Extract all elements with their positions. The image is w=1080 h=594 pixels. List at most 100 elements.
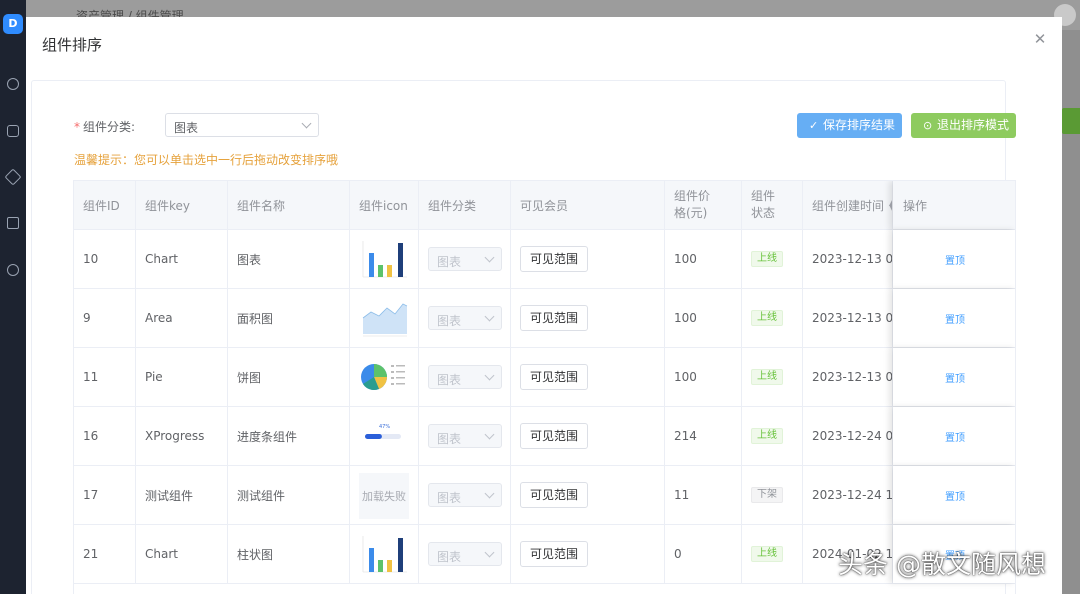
chevron-down-icon — [484, 547, 495, 558]
exit-sort-label: 退出排序模式 — [937, 118, 1010, 132]
category-select-disabled: 图表 — [428, 424, 502, 448]
header-visible-members: 可见会员 — [511, 181, 665, 229]
category-select-disabled-value: 图表 — [437, 314, 462, 328]
progress-thumb-label: 47% — [379, 424, 390, 430]
header-created-text: 组件创建时间 — [812, 198, 885, 213]
table-row[interactable]: 17 测试组件 测试组件 加载失败 图表 可见范围 11 下架 2023-12-… — [74, 466, 1015, 525]
required-mark: * — [74, 120, 80, 134]
background-button — [1062, 108, 1080, 134]
component-table: 组件ID 组件key 组件名称 组件icon 组件分类 可见会员 组件价格(元)… — [73, 180, 1016, 594]
category-select-disabled: 图表 — [428, 306, 502, 330]
cell-visible: 可见范围 — [511, 348, 665, 406]
cell-created: 2023-12-13 01:27 — [803, 348, 893, 406]
cell-created: 2023-12-24 14:29 — [803, 466, 893, 524]
dashboard-icon[interactable] — [7, 78, 19, 90]
cell-key: Area — [136, 289, 228, 347]
chevron-down-icon — [484, 370, 495, 381]
table-header: 组件ID 组件key 组件名称 组件icon 组件分类 可见会员 组件价格(元)… — [74, 181, 1015, 230]
cell-status: 上线 — [742, 407, 803, 465]
category-select-disabled-value: 图表 — [437, 373, 462, 387]
cell-icon — [350, 525, 419, 583]
cell-name: 测试组件 — [228, 466, 350, 524]
header-price-text: 组件价格(元) — [674, 189, 711, 220]
star-icon[interactable] — [4, 168, 22, 186]
cell-icon: 加载失败 — [350, 466, 419, 524]
status-badge: 上线 — [751, 546, 783, 562]
cell-category: 图表 — [419, 466, 511, 524]
dialog-title: 组件排序 — [42, 36, 103, 54]
bar-chart-thumbnail — [359, 532, 409, 576]
cell-status: 上线 — [742, 289, 803, 347]
cell-visible: 可见范围 — [511, 466, 665, 524]
header-actions: 操作 — [893, 181, 1015, 229]
category-label-text: 组件分类: — [83, 120, 136, 134]
cell-visible: 可见范围 — [511, 525, 665, 583]
category-select-disabled-value: 图表 — [437, 550, 462, 564]
cell-created: 2023-12-24 04:48 — [803, 407, 893, 465]
pin-top-link[interactable]: 置顶 — [945, 370, 965, 385]
sort-tip: 温馨提示：您可以单击选中一行后拖动改变排序哦 — [74, 153, 339, 167]
category-select[interactable]: 图表 — [165, 113, 319, 137]
close-icon[interactable]: ✕ — [1032, 31, 1048, 47]
pin-top-link[interactable]: 置顶 — [945, 311, 965, 326]
cell-status: 上线 — [742, 525, 803, 583]
table-row[interactable]: 16 XProgress 进度条组件 47% 图表 可见范围 214 上线 20… — [74, 407, 1015, 466]
cell-name: 饼图 — [228, 348, 350, 406]
cell-price: 100 — [665, 348, 742, 406]
cell-icon: 47% — [350, 407, 419, 465]
cell-icon — [350, 230, 419, 288]
pin-top-link[interactable]: 置顶 — [945, 252, 965, 267]
save-sort-label: 保存排序结果 — [823, 118, 896, 132]
cell-category: 图表 — [419, 407, 511, 465]
table-row[interactable]: 11 Pie 饼图 图表 可见范围 100 上线 2023-12-13 01:2… — [74, 348, 1015, 407]
inbox-icon[interactable] — [7, 217, 19, 229]
chevron-down-icon — [301, 118, 312, 129]
cell-id: 9 — [74, 289, 136, 347]
area-chart-thumbnail — [359, 296, 409, 340]
cell-key: Chart — [136, 525, 228, 583]
cell-status: 下架 — [742, 466, 803, 524]
cell-price: 0 — [665, 525, 742, 583]
cell-key: Chart — [136, 230, 228, 288]
category-select-disabled-value: 图表 — [437, 491, 462, 505]
header-created[interactable]: 组件创建时间▲▼ — [803, 181, 893, 229]
table-row[interactable]: 9 Area 面积图 图表 可见范围 100 上线 2023-12-13 01:… — [74, 289, 1015, 348]
cell-actions: 置顶 — [893, 289, 1015, 347]
visible-range-button[interactable]: 可见范围 — [520, 482, 588, 508]
visible-range-button[interactable]: 可见范围 — [520, 305, 588, 331]
pin-top-link[interactable]: 置顶 — [945, 488, 965, 503]
cell-icon — [350, 348, 419, 406]
header-icon: 组件icon — [350, 181, 419, 229]
visible-range-button[interactable]: 可见范围 — [520, 541, 588, 567]
database-icon[interactable] — [7, 125, 19, 137]
visible-range-button[interactable]: 可见范围 — [520, 423, 588, 449]
cell-actions: 置顶 — [893, 407, 1015, 465]
progress-thumb-fill — [365, 434, 382, 439]
cell-created: 2023-12-13 01:17 — [803, 230, 893, 288]
bar-chart-thumbnail — [359, 237, 409, 281]
chevron-down-icon — [484, 429, 495, 440]
settings-icon[interactable] — [7, 264, 19, 276]
cell-key: Pie — [136, 348, 228, 406]
visible-range-button[interactable]: 可见范围 — [520, 246, 588, 272]
cell-actions: 置顶 — [893, 466, 1015, 524]
header-price: 组件价格(元) — [665, 181, 742, 229]
status-badge: 上线 — [751, 428, 783, 444]
exit-sort-button[interactable]: ⊙ 退出排序模式 — [911, 113, 1016, 138]
header-key: 组件key — [136, 181, 228, 229]
status-badge: 上线 — [751, 310, 783, 326]
pin-top-link[interactable]: 置顶 — [945, 429, 965, 444]
cell-id: 16 — [74, 407, 136, 465]
visible-range-button[interactable]: 可见范围 — [520, 364, 588, 390]
status-badge: 上线 — [751, 251, 783, 267]
cell-actions: 置顶 — [893, 348, 1015, 406]
app-logo: D — [3, 14, 23, 34]
cell-price: 214 — [665, 407, 742, 465]
check-icon: ✓ — [809, 119, 819, 132]
cell-visible: 可见范围 — [511, 407, 665, 465]
chevron-down-icon — [484, 311, 495, 322]
table-row[interactable]: 10 Chart 图表 图表 可见范围 100 上线 2023-12-13 01… — [74, 230, 1015, 289]
save-sort-button[interactable]: ✓ 保存排序结果 — [797, 113, 902, 138]
cell-id: 11 — [74, 348, 136, 406]
cell-visible: 可见范围 — [511, 289, 665, 347]
